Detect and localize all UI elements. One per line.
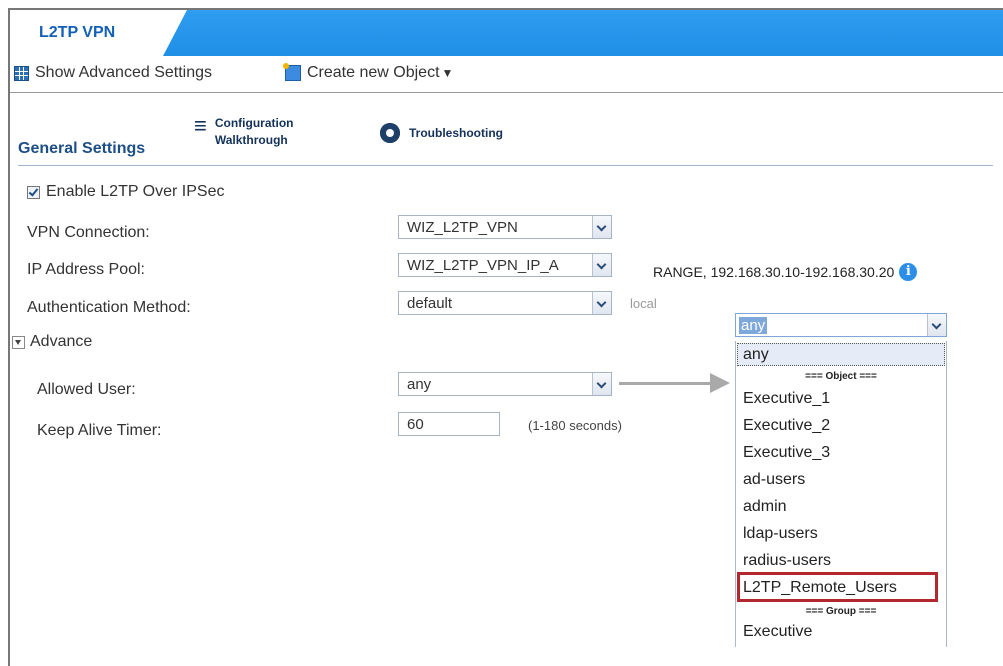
vpn-connection-select[interactable]: WIZ_L2TP_VPN: [398, 215, 612, 239]
dropdown-option-l2tp-remote-users[interactable]: L2TP_Remote_Users: [743, 579, 897, 597]
tab-bar: L2TP VPN: [10, 10, 1003, 56]
new-object-icon: [283, 63, 301, 81]
keep-alive-input[interactable]: 60: [398, 412, 500, 436]
show-advanced-settings-button[interactable]: Show Advanced Settings: [14, 64, 212, 82]
vpn-connection-label: VPN Connection:: [27, 224, 150, 241]
chevron-down-icon[interactable]: [592, 216, 611, 238]
dropdown-option[interactable]: Executive_2: [743, 417, 830, 435]
troubleshooting-button[interactable]: Troubleshooting: [380, 123, 503, 143]
allowed-user-label: Allowed User:: [37, 381, 136, 398]
chevron-down-icon[interactable]: [927, 314, 946, 336]
auth-method-select[interactable]: default: [398, 291, 612, 315]
keep-alive-value: 60: [407, 416, 424, 433]
allowed-user-dropdown-list: any === Object === Executive_1 Executive…: [735, 341, 947, 647]
tab-label: L2TP VPN: [39, 24, 116, 41]
chevron-down-icon[interactable]: [592, 254, 611, 276]
advance-toggle[interactable]: Advance: [12, 333, 92, 351]
section-divider: [18, 165, 993, 166]
walkthrough-line-2: Walkthrough: [214, 133, 288, 147]
vpn-connection-value: WIZ_L2TP_VPN: [407, 219, 518, 236]
dropdown-option[interactable]: Executive: [743, 623, 812, 641]
auth-hint: local: [630, 296, 657, 311]
dropdown-option[interactable]: ldap-users: [743, 525, 818, 543]
toolbar: Show Advanced Settings Create new Object…: [10, 56, 1003, 93]
show-advanced-label: Show Advanced Settings: [35, 64, 213, 81]
auth-method-value: default: [407, 295, 453, 312]
dropdown-option[interactable]: radius-users: [743, 552, 831, 570]
configuration-walkthrough-button[interactable]: ≡ Configuration Walkthrough: [194, 115, 294, 149]
ip-pool-value: WIZ_L2TP_VPN_IP_A: [407, 257, 559, 274]
ip-pool-range-text: RANGE, 192.168.30.10-192.168.30.20: [653, 264, 895, 280]
walkthrough-line-1: Configuration: [214, 116, 294, 130]
tab-l2tp-vpn[interactable]: L2TP VPN: [10, 10, 163, 56]
dropdown-option[interactable]: admin: [743, 498, 787, 516]
dropdown-option[interactable]: Executive_3: [743, 444, 830, 462]
walkthrough-icon: ≡: [194, 113, 207, 138]
enable-l2tp-checkbox[interactable]: [27, 185, 40, 199]
info-icon[interactable]: i: [899, 263, 918, 281]
callout-arrow-line: [619, 382, 711, 385]
chevron-down-icon[interactable]: [592, 373, 611, 395]
allowed-user-select[interactable]: any: [398, 372, 612, 396]
create-object-label: Create new Object: [307, 64, 440, 81]
callout-arrow-icon: [710, 373, 730, 393]
allowed-user-value: any: [407, 376, 432, 393]
allowed-user-dropdown-select[interactable]: any: [735, 313, 947, 337]
gear-icon: [380, 123, 400, 143]
keep-alive-label: Keep Alive Timer:: [37, 422, 162, 439]
tab-slant: [163, 10, 187, 56]
advance-label: Advance: [30, 333, 93, 350]
dropdown-option-any[interactable]: any: [737, 343, 945, 366]
keep-alive-hint: (1-180 seconds): [528, 418, 622, 433]
dropdown-selected-value: any: [739, 317, 768, 334]
collapse-icon: [12, 335, 25, 349]
ip-pool-range: RANGE, 192.168.30.10-192.168.30.20 i: [653, 263, 918, 281]
auth-method-label: Authentication Method:: [27, 299, 191, 316]
enable-l2tp-label: Enable L2TP Over IPSec: [46, 183, 225, 200]
ip-pool-label: IP Address Pool:: [27, 261, 145, 278]
object-header: === Object ===: [805, 371, 877, 382]
group-header: === Group ===: [805, 606, 877, 617]
chevron-down-icon[interactable]: [592, 292, 611, 314]
caret-down-icon: ▼: [441, 66, 454, 80]
section-title: General Settings: [18, 140, 146, 157]
table-icon: [14, 65, 29, 81]
dropdown-option[interactable]: ad-users: [743, 471, 805, 489]
create-new-object-button[interactable]: Create new Object ▼: [283, 63, 454, 82]
ip-pool-select[interactable]: WIZ_L2TP_VPN_IP_A: [398, 253, 612, 277]
troubleshooting-label: Troubleshooting: [409, 126, 503, 140]
enable-l2tp-checkbox-row[interactable]: Enable L2TP Over IPSec: [27, 183, 224, 201]
dropdown-option[interactable]: Executive_1: [743, 390, 830, 408]
